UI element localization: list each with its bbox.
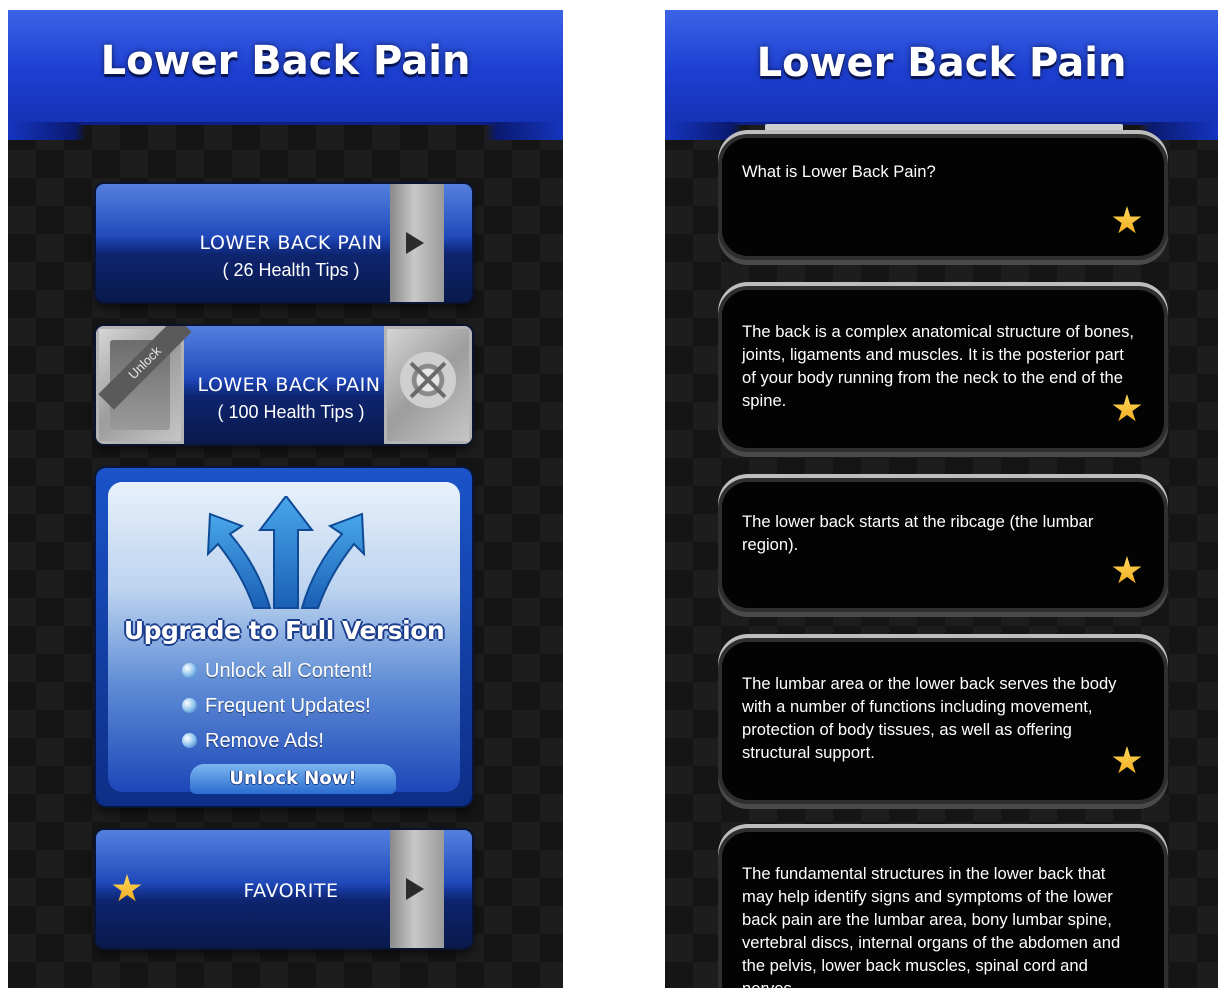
favorite-button[interactable]: FAVORITE [96,830,472,948]
menu-subtitle: ( 26 Health Tips ) [222,260,360,280]
app-header: Lower Back Pain [665,10,1218,140]
favorite-star-icon[interactable] [1112,556,1142,584]
home-screen: Lower Back Pain LOWER BACK PAIN ( 26 Hea… [8,10,563,988]
app-title: Lower Back Pain [100,38,471,84]
feature-item: Remove Ads! [182,730,324,753]
tip-text: The lower back starts at the ribcage (th… [742,512,1094,554]
app-header: Lower Back Pain [8,10,563,140]
feature-item: Unlock all Content! [182,660,373,683]
favorite-star-icon[interactable] [1112,206,1142,234]
upgrade-title: Upgrade to Full Version [123,616,445,645]
lower-back-pain-tips-button[interactable]: LOWER BACK PAIN ( 26 Health Tips ) [96,184,472,302]
tip-card[interactable]: The lower back starts at the ribcage (th… [722,482,1164,608]
bullet-icon [182,698,197,713]
locked-door-right [384,326,472,444]
upgrade-panel-inner: Upgrade to Full Version Unlock all Conte… [108,482,460,794]
tip-text: What is Lower Back Pain? [742,162,936,181]
arrow-right-icon [390,830,444,948]
vault-lock-icon [400,352,456,408]
tip-text: The fundamental structures in the lower … [742,864,1121,988]
tip-text: The back is a complex anatomical structu… [742,322,1134,410]
feature-label: Remove Ads! [205,730,324,752]
upgrade-panel[interactable]: Upgrade to Full Version Unlock all Conte… [96,468,472,806]
tip-card[interactable]: The fundamental structures in the lower … [722,832,1164,988]
menu-subtitle: ( 100 Health Tips ) [217,402,365,422]
feature-item: Frequent Updates! [182,695,371,718]
bullet-icon [182,733,197,748]
menu-label: LOWER BACK PAIN [197,374,381,396]
arrow-right-icon [390,184,444,302]
upgrade-arrows-icon [206,496,366,609]
menu-label: LOWER BACK PAIN [199,232,383,254]
tip-card[interactable]: The lumbar area or the lower back serves… [722,642,1164,800]
header-tab-bar [765,124,1123,131]
tips-list-screen: Lower Back Pain What is Lower Back Pain?… [665,10,1218,988]
locked-door-left: Unlock [96,326,192,444]
app-title: Lower Back Pain [756,40,1127,86]
tip-card[interactable]: The back is a complex anatomical structu… [722,290,1164,448]
bullet-icon [182,663,197,678]
locked-tips-button[interactable]: LOWER BACK PAIN ( 100 Health Tips ) Unlo… [96,326,472,444]
feature-label: Frequent Updates! [205,695,371,717]
menu-label: FAVORITE [243,880,339,902]
tip-text: The lumbar area or the lower back serves… [742,674,1117,762]
tip-card[interactable]: What is Lower Back Pain? [722,138,1164,256]
unlock-now-button[interactable]: Unlock Now! [190,764,396,794]
feature-label: Unlock all Content! [205,660,373,682]
